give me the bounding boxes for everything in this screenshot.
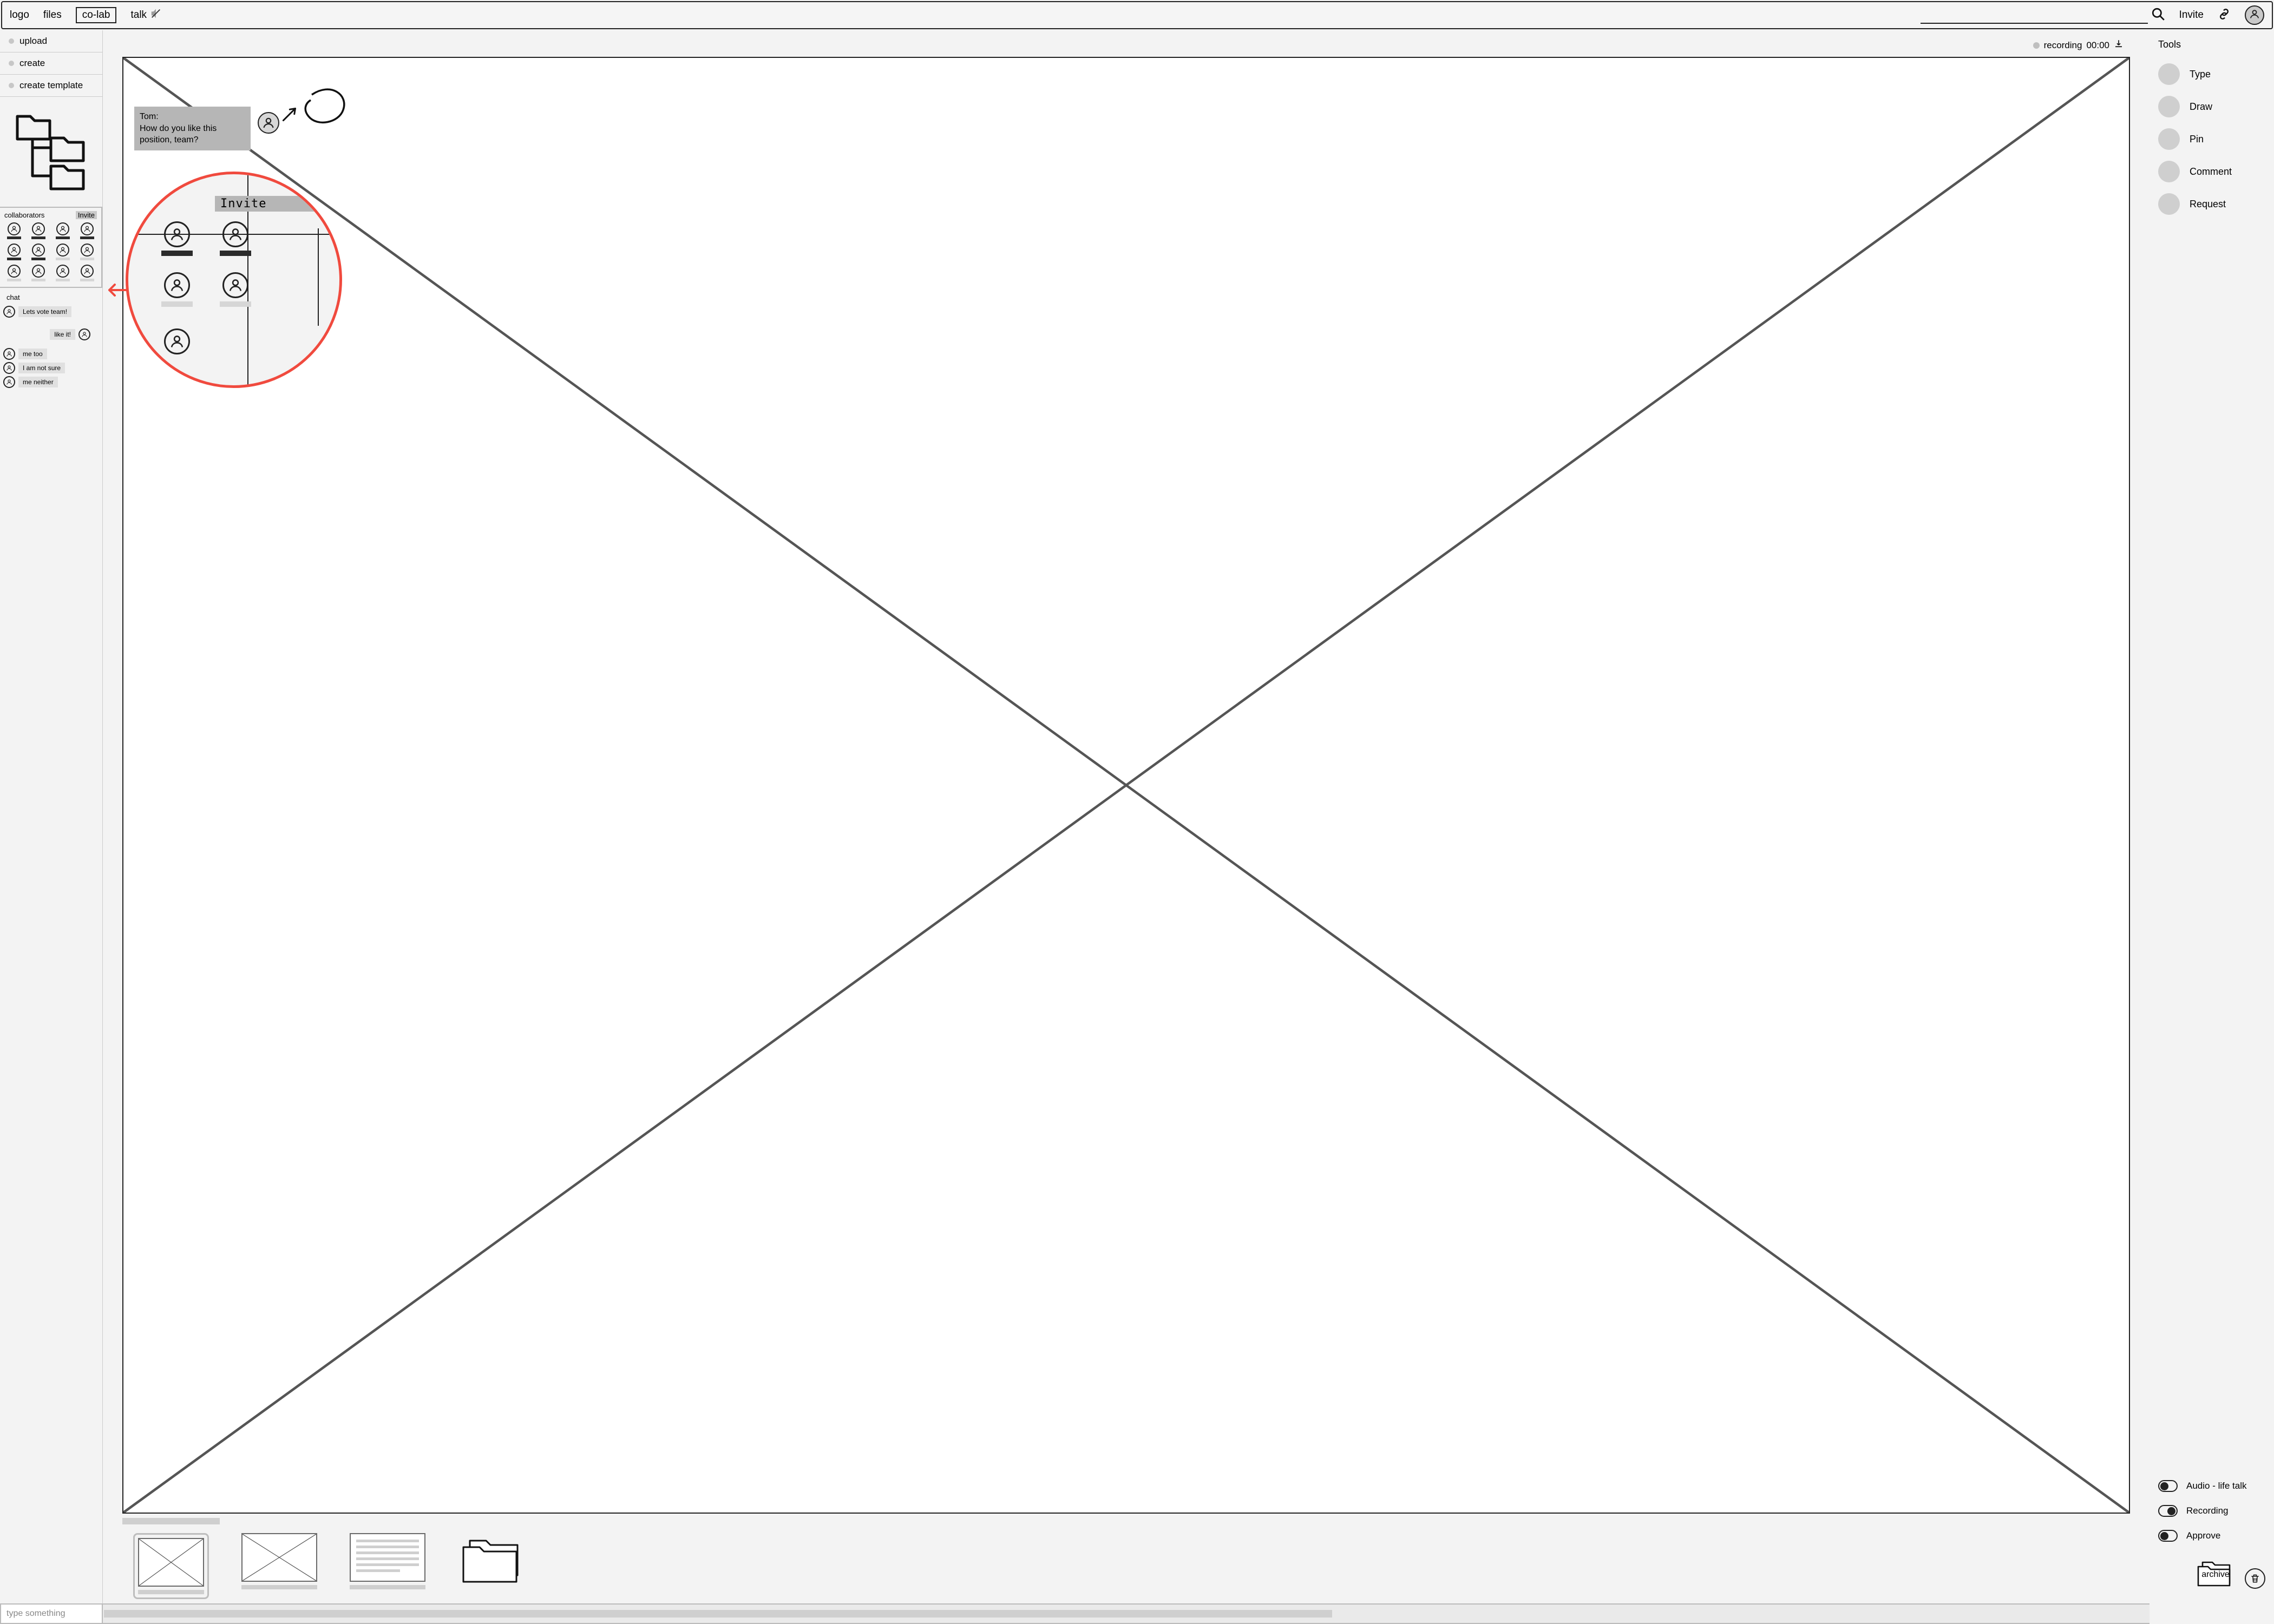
search[interactable] — [1921, 7, 2165, 24]
collaborator[interactable] — [78, 222, 97, 239]
collaborator[interactable] — [54, 222, 73, 239]
chat-message: like it! — [3, 320, 99, 346]
thumbnail-page[interactable] — [133, 1533, 209, 1599]
nav-colab[interactable]: co-lab — [76, 7, 117, 23]
left-sidebar: upload create create template collaborat… — [0, 30, 103, 1603]
canvas-area: recording 00:00 Tom: How do you like thi… — [103, 30, 2150, 1603]
tool-comment[interactable]: Comment — [2158, 161, 2265, 182]
collaborators-title: collaborators — [4, 211, 44, 219]
nav-files[interactable]: files — [43, 9, 62, 21]
chat-panel: chat Lets vote team! like it! me too I a… — [0, 288, 102, 1603]
recording-dot-icon — [2033, 42, 2040, 49]
tool-type[interactable]: Type — [2158, 63, 2265, 85]
collaborator[interactable] — [54, 244, 73, 260]
chat-title: chat — [6, 293, 99, 301]
horizontal-scrollbar[interactable] — [103, 1603, 2150, 1624]
person-icon — [2249, 9, 2260, 22]
recording-status: recording 00:00 — [122, 36, 2130, 55]
top-bar: logo files co-lab talk Invite — [1, 1, 2273, 29]
action-create[interactable]: create — [0, 52, 102, 75]
action-create-template[interactable]: create template — [0, 75, 102, 97]
avatar-icon — [3, 362, 15, 374]
toggle-recording[interactable]: Recording — [2158, 1505, 2265, 1517]
tools-title: Tools — [2158, 39, 2265, 50]
comment-author: Tom: — [140, 111, 245, 123]
toggle-approve[interactable]: Approve — [2158, 1530, 2265, 1542]
recording-label: recording — [2044, 40, 2082, 51]
collaborator[interactable] — [54, 265, 73, 281]
collaborator[interactable] — [29, 244, 48, 260]
tool-pin[interactable]: Pin — [2158, 128, 2265, 150]
collaborator[interactable] — [29, 222, 48, 239]
thumbnail-folder[interactable] — [458, 1533, 534, 1587]
collaborator[interactable] — [78, 265, 97, 281]
chat-input[interactable]: type something — [0, 1603, 103, 1624]
nav-talk[interactable]: talk — [130, 8, 162, 23]
sketch-shape — [301, 85, 350, 131]
profile-avatar[interactable] — [2245, 5, 2264, 25]
collaborator[interactable] — [4, 222, 23, 239]
cursor-avatar — [258, 112, 279, 134]
search-icon[interactable] — [2151, 7, 2165, 24]
collaborator[interactable] — [4, 244, 23, 260]
search-input-line[interactable] — [1921, 23, 2148, 24]
thumbnail-strip — [122, 1524, 2130, 1603]
collaborators-invite-button[interactable]: Invite — [76, 211, 97, 219]
archive-button[interactable]: archive — [2196, 1559, 2235, 1598]
invite-link[interactable]: Invite — [2179, 9, 2204, 21]
chat-message: me neither — [3, 376, 99, 388]
collaborator[interactable] — [78, 244, 97, 260]
chat-message: Lets vote team! — [3, 306, 99, 318]
canvas-comment: Tom: How do you like this position, team… — [134, 107, 251, 150]
avatar-icon — [3, 306, 15, 318]
canvas[interactable]: Tom: How do you like this position, team… — [122, 57, 2130, 1514]
toggle-audio[interactable]: Audio - life talk — [2158, 1480, 2265, 1492]
folder-tree-icon[interactable] — [0, 97, 102, 207]
thumbnail-page[interactable] — [350, 1533, 425, 1589]
avatar-icon — [3, 348, 15, 360]
collaborators-panel: collaborators Invite — [0, 207, 102, 288]
download-icon[interactable] — [2114, 39, 2124, 51]
avatar-icon — [3, 376, 15, 388]
comment-text: How do you like this position, team? — [140, 123, 245, 146]
recording-time: 00:00 — [2086, 40, 2109, 51]
link-icon[interactable] — [2218, 8, 2231, 23]
thumbnail-page[interactable] — [241, 1533, 317, 1589]
collaborator[interactable] — [29, 265, 48, 281]
chat-message: I am not sure — [3, 362, 99, 374]
mute-icon — [150, 8, 162, 23]
nav-talk-label: talk — [130, 9, 147, 21]
right-sidebar: Tools Type Draw Pin Comment Request Audi… — [2150, 30, 2274, 1603]
trash-button[interactable] — [2245, 1568, 2265, 1589]
tool-draw[interactable]: Draw — [2158, 96, 2265, 117]
nav-logo[interactable]: logo — [10, 9, 29, 21]
cursor-arrow-icon — [281, 104, 300, 125]
collaborator[interactable] — [4, 265, 23, 281]
canvas-vscroll-indicator[interactable] — [122, 1518, 220, 1524]
chat-message: me too — [3, 348, 99, 360]
tool-request[interactable]: Request — [2158, 193, 2265, 215]
action-upload[interactable]: upload — [0, 30, 102, 52]
avatar-icon — [78, 328, 90, 340]
